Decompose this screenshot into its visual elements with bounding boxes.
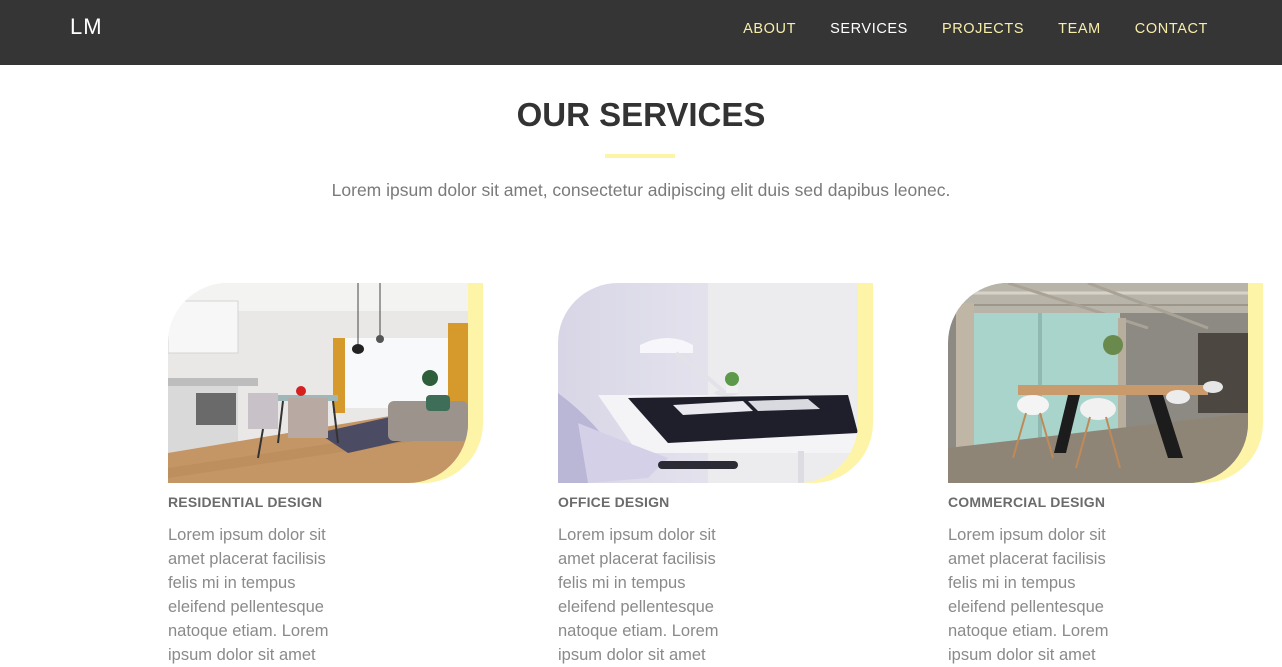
card-title: OFFICE DESIGN (558, 494, 670, 510)
office-desk-photo (558, 283, 858, 483)
card-image-frame (168, 283, 483, 483)
card-description: Lorem ipsum dolor sit amet placerat faci… (168, 526, 329, 664)
service-card-residential: RESIDENTIAL DESIGN Lorem ipsum dolor sit… (168, 283, 498, 664)
section-subtitle: Lorem ipsum dolor sit amet, consectetur … (331, 180, 951, 200)
card-title: COMMERCIAL DESIGN (948, 494, 1106, 510)
cafe-terrace-photo (948, 283, 1248, 483)
service-card-office: OFFICE DESIGN Lorem ipsum dolor sit amet… (558, 283, 888, 664)
service-card-commercial: COMMERCIAL DESIGN Lorem ipsum dolor sit … (948, 283, 1278, 664)
main-nav: ABOUT SERVICES PROJECTS TEAM CONTACT (709, 21, 1208, 37)
title-underline (605, 154, 675, 158)
nav-item-projects[interactable]: PROJECTS (942, 21, 1024, 37)
card-description: Lorem ipsum dolor sit amet placerat faci… (948, 526, 1109, 664)
living-room-photo (168, 283, 468, 483)
card-description: Lorem ipsum dolor sit amet placerat faci… (558, 526, 719, 664)
nav-item-services[interactable]: SERVICES (830, 21, 908, 37)
card-image-frame (948, 283, 1263, 483)
site-logo[interactable]: LM (70, 14, 103, 40)
section-title: OUR SERVICES (516, 96, 766, 133)
nav-item-team[interactable]: TEAM (1058, 21, 1101, 37)
card-image-frame (558, 283, 873, 483)
nav-item-contact[interactable]: CONTACT (1135, 21, 1208, 37)
card-title: RESIDENTIAL DESIGN (168, 494, 323, 510)
nav-item-about[interactable]: ABOUT (743, 21, 796, 37)
navbar: LM ABOUT SERVICES PROJECTS TEAM CONTACT (0, 0, 1282, 65)
